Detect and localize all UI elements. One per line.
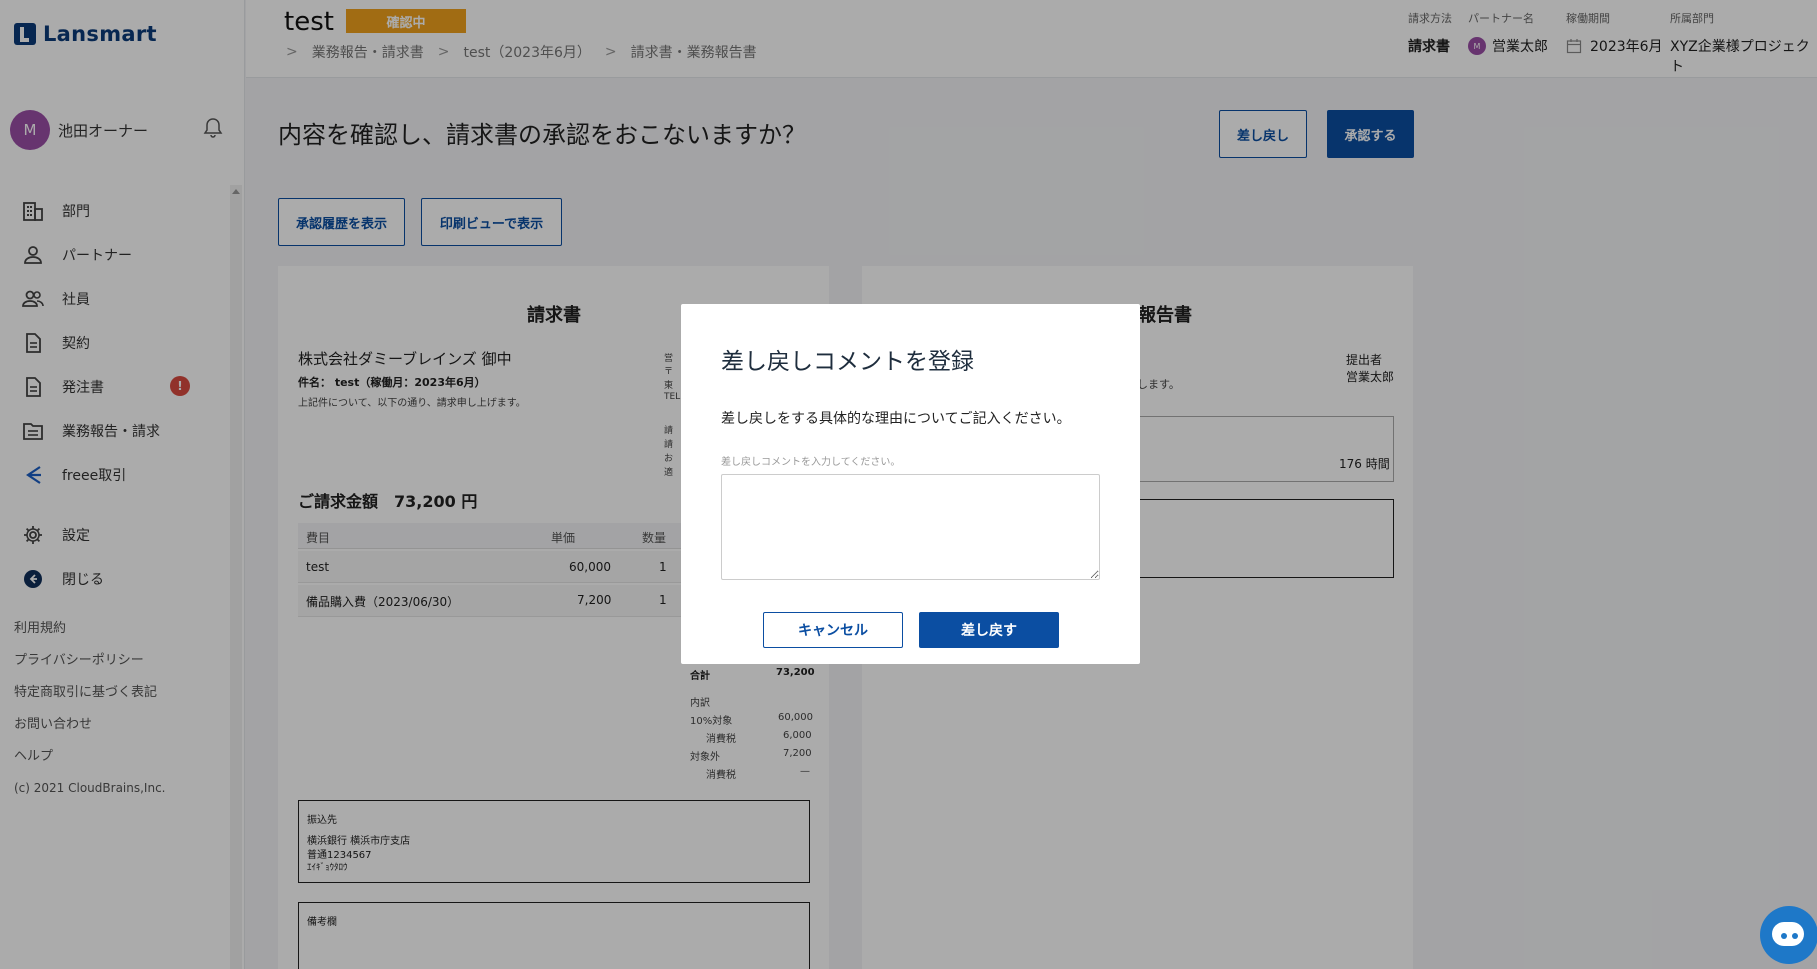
cancel-button[interactable]: キャンセル: [763, 612, 903, 648]
reject-comment-dialog: 差し戻しコメントを登録 差し戻しをする具体的な理由についてご記入ください。 差し…: [681, 304, 1140, 664]
dialog-title: 差し戻しコメントを登録: [721, 349, 974, 375]
chat-support-button[interactable]: [1760, 906, 1817, 964]
comment-hint: 差し戻しコメントを入力してください。: [721, 457, 901, 468]
chat-bubble-icon: [1772, 922, 1804, 946]
send-back-button[interactable]: 差し戻す: [919, 612, 1059, 648]
chat-dot: [1781, 933, 1787, 939]
chat-dot: [1792, 933, 1798, 939]
dialog-description: 差し戻しをする具体的な理由についてご記入ください。: [721, 411, 1071, 427]
reject-comment-textarea[interactable]: [721, 474, 1100, 580]
